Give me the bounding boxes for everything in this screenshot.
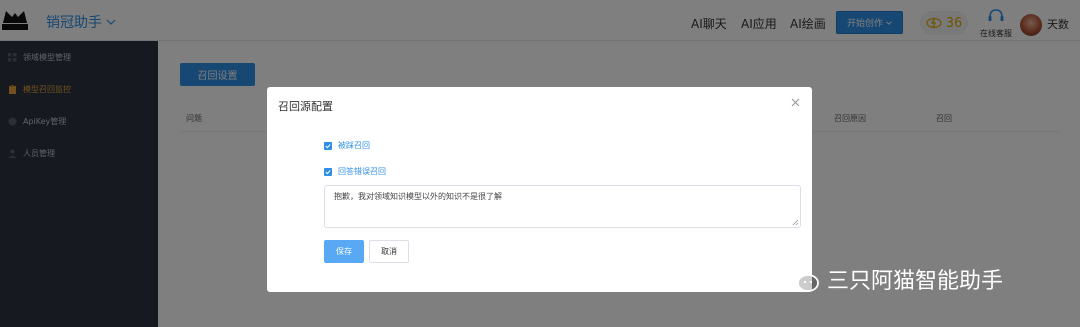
checkbox-label[interactable]: 被踩召回 [338,140,370,151]
fallback-reply-textarea[interactable]: 抱歉，我对领域知识模型以外的知识不是很了解 [324,185,801,228]
save-button[interactable]: 保存 [324,240,364,263]
dialog-title: 召回源配置 [278,100,333,113]
checkbox-label[interactable]: 回答错误召回 [338,166,386,177]
cancel-button[interactable]: 取消 [369,240,409,263]
watermark: 三只阿猫智能助手 [785,263,1003,295]
check-icon [325,169,331,174]
checkbox-checked[interactable] [324,141,332,150]
resize-grip-icon[interactable] [792,219,799,226]
checkbox-disliked-recall[interactable]: 被踩召回 [324,140,370,151]
watermark-text: 三只阿猫智能助手 [827,269,1004,294]
check-icon [325,143,331,148]
recall-source-dialog: 召回源配置 被踩召回 回答错误召回 抱歉，我对领域知识模型以外的知识不是很了解 … [267,87,812,292]
wechat-icon [787,266,819,292]
checkbox-checked[interactable] [324,167,332,176]
checkbox-wrong-answer-recall[interactable]: 回答错误召回 [324,166,386,177]
close-icon[interactable] [791,98,800,107]
